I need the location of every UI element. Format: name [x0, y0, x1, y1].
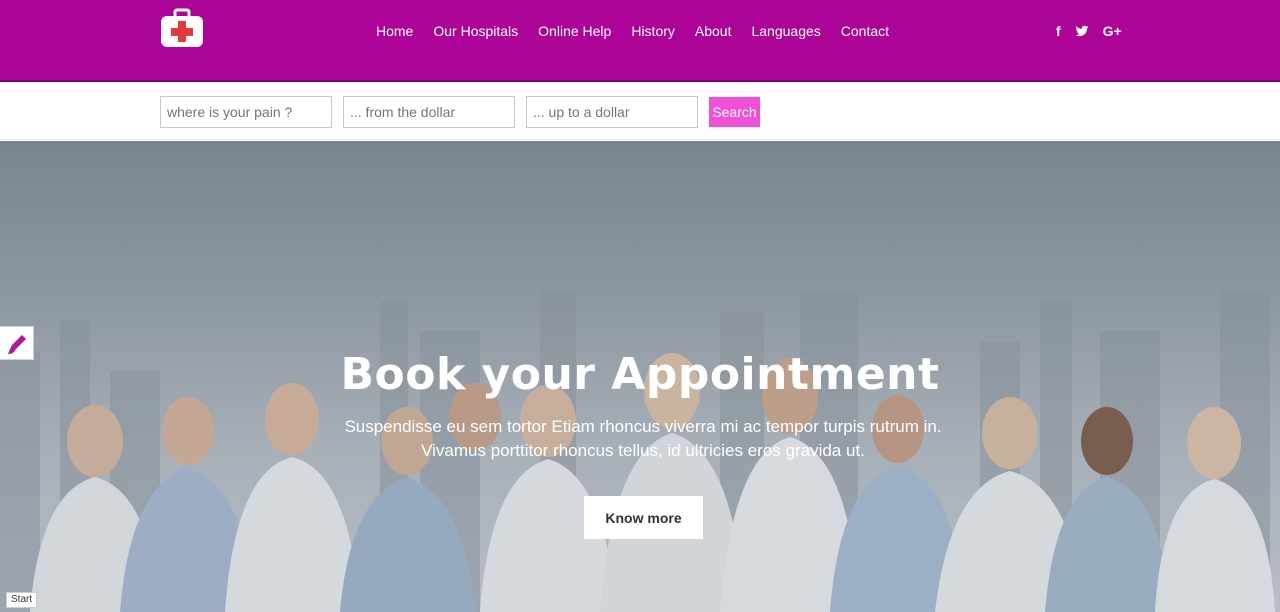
main-nav: Home Our Hospitals Online Help History A…	[366, 20, 899, 42]
nav-online-help[interactable]: Online Help	[528, 20, 621, 42]
nav-languages[interactable]: Languages	[741, 20, 830, 42]
nav-home[interactable]: Home	[366, 20, 423, 42]
social-links: f G+	[1056, 20, 1122, 42]
nav-about[interactable]: About	[685, 20, 742, 42]
hero-banner: Book your Appointment Suspendisse eu sem…	[0, 141, 1280, 612]
nav-our-hospitals[interactable]: Our Hospitals	[423, 20, 528, 42]
price-from-input[interactable]	[343, 96, 515, 128]
twitter-icon[interactable]	[1075, 20, 1089, 42]
nav-history[interactable]: History	[621, 20, 685, 42]
nav-contact[interactable]: Contact	[831, 20, 899, 42]
medical-kit-logo-icon[interactable]	[160, 8, 204, 48]
search-button[interactable]: Search	[709, 97, 760, 127]
know-more-button[interactable]: Know more	[584, 496, 703, 539]
google-plus-icon[interactable]: G+	[1103, 20, 1122, 42]
hero-subtitle-line-1: Suspendisse eu sem tortor Etiam rhoncus …	[344, 417, 942, 436]
hero-subtitle: Suspendisse eu sem tortor Etiam rhoncus …	[0, 415, 1280, 463]
facebook-icon[interactable]: f	[1056, 20, 1061, 42]
top-navbar: Home Our Hospitals Online Help History A…	[0, 0, 1280, 82]
search-bar: Search	[0, 84, 1280, 140]
price-to-input[interactable]	[526, 96, 698, 128]
pain-location-input[interactable]	[160, 96, 332, 128]
hero-title: Book your Appointment	[340, 349, 940, 400]
hero-subtitle-line-2: Vivamus porttitor rhoncus tellus, id ult…	[421, 441, 865, 460]
start-label[interactable]: Start	[6, 592, 38, 608]
